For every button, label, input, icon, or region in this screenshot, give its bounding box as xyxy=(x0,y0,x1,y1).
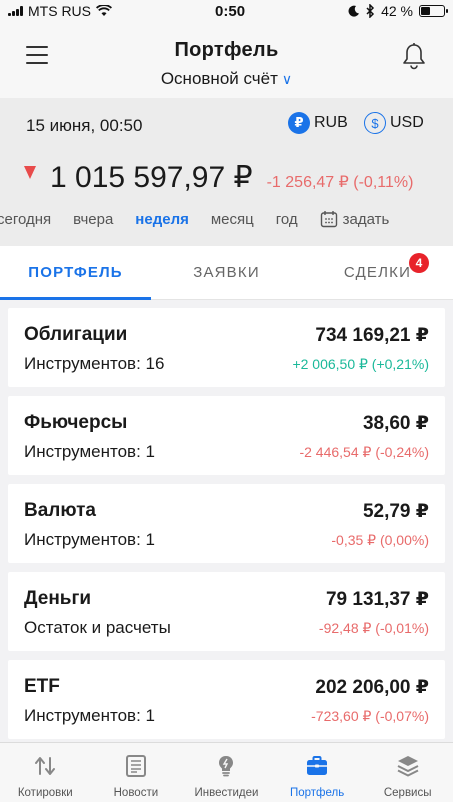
wifi-icon xyxy=(96,5,112,16)
nav-services-label: Сервисы xyxy=(383,787,432,799)
asset-subtitle: Инструментов: 1 xyxy=(24,442,155,461)
asset-name: ETF xyxy=(24,676,60,697)
nav-ideas-label: Инвестидеи xyxy=(194,787,259,799)
tab-deals[interactable]: СДЕЛКИ 4 xyxy=(302,246,453,299)
currency-usd-label: USD xyxy=(390,114,424,131)
asset-subtitle: Инструментов: 1 xyxy=(24,706,155,725)
asset-card-etf[interactable]: ETF Инструментов: 1 202 206,00 ₽ -723,60… xyxy=(8,660,445,739)
asset-change: -723,60 ₽ (-0,07%) xyxy=(311,708,429,724)
asset-value: 734 169,21 ₽ xyxy=(315,325,429,346)
account-label: Основной счёт xyxy=(160,69,278,88)
portfolio-total: 1 015 597,97 ₽ xyxy=(50,161,253,194)
asset-name: Деньги xyxy=(24,588,92,609)
nav-quotes-label: Котировки xyxy=(17,787,73,799)
asset-change: -2 446,54 ₽ (-0,24%) xyxy=(299,444,429,460)
currency-rub-label: RUB xyxy=(314,114,348,131)
tab-orders-label: ЗАЯВКИ xyxy=(193,264,260,281)
asset-value: 38,60 ₽ xyxy=(362,413,429,434)
status-right: 42 % xyxy=(348,3,448,19)
period-custom[interactable]: задать xyxy=(320,210,390,228)
layers-icon xyxy=(397,756,419,777)
news-icon xyxy=(125,755,146,777)
asset-subtitle: Инструментов: 16 xyxy=(24,354,165,373)
nav-news-label: Новости xyxy=(113,787,159,799)
period-yesterday[interactable]: вчера xyxy=(73,211,113,228)
asset-name: Фьючерсы xyxy=(24,412,128,433)
tab-orders[interactable]: ЗАЯВКИ xyxy=(151,246,302,299)
portfolio-change: -1 256,47 ₽ (-0,11%) xyxy=(266,174,414,191)
portfolio-summary: 15 июня, 00:50 ₽ RUB $ USD 1 015 597,97 … xyxy=(0,98,453,246)
briefcase-icon xyxy=(307,756,328,775)
period-today[interactable]: сегодня xyxy=(0,211,51,228)
tab-deals-label: СДЕЛКИ xyxy=(343,264,412,281)
down-triangle-icon xyxy=(24,166,36,179)
nav-news[interactable]: Новости xyxy=(91,743,182,802)
nav-quotes[interactable]: Котировки xyxy=(0,743,91,802)
asset-value: 52,79 ₽ xyxy=(362,501,429,522)
asset-card-cash[interactable]: Деньги Остаток и расчеты 79 131,37 ₽ -92… xyxy=(8,572,445,651)
asset-change: -92,48 ₽ (-0,01%) xyxy=(318,620,429,636)
period-selector: сегодня вчера неделя месяц год задать xyxy=(0,210,453,228)
asset-class-list: Облигации Инструментов: 16 734 169,21 ₽ … xyxy=(0,300,453,739)
ruble-icon: ₽ xyxy=(288,112,310,134)
currency-rub-toggle[interactable]: ₽ RUB xyxy=(288,112,348,134)
asset-card-futures[interactable]: Фьючерсы Инструментов: 1 38,60 ₽ -2 446,… xyxy=(8,396,445,475)
nav-ideas[interactable]: Инвестидеи xyxy=(181,743,272,802)
battery-icon xyxy=(418,5,448,17)
carrier-label: MTS RUS xyxy=(28,3,91,19)
dollar-icon: $ xyxy=(364,112,386,134)
status-left: MTS RUS xyxy=(8,3,112,19)
tab-portfolio-label: ПОРТФЕЛЬ xyxy=(28,264,123,281)
bottom-nav: Котировки Новости Инвестидеи Портфель Се… xyxy=(0,742,453,802)
period-week[interactable]: неделя xyxy=(135,211,189,228)
deals-count-badge: 4 xyxy=(409,253,429,273)
asset-name: Валюта xyxy=(24,500,96,521)
chevron-down-icon: ∨ xyxy=(281,71,293,87)
nav-services[interactable]: Сервисы xyxy=(362,743,453,802)
bell-icon[interactable] xyxy=(401,42,427,70)
asset-value: 202 206,00 ₽ xyxy=(315,677,429,698)
bluetooth-icon xyxy=(366,4,375,18)
nav-portfolio[interactable]: Портфель xyxy=(272,743,363,802)
currency-usd-toggle[interactable]: $ USD xyxy=(364,112,424,134)
tab-portfolio[interactable]: ПОРТФЕЛЬ xyxy=(0,246,151,300)
asset-subtitle: Инструментов: 1 xyxy=(24,530,155,549)
nav-portfolio-label: Портфель xyxy=(289,787,345,799)
battery-percent: 42 % xyxy=(381,3,413,19)
summary-date: 15 июня, 00:50 xyxy=(26,116,143,135)
battery-level xyxy=(420,7,431,15)
status-bar: MTS RUS 0:50 42 % xyxy=(0,0,453,22)
lightbulb-icon xyxy=(219,756,234,777)
asset-name: Облигации xyxy=(24,324,128,345)
portfolio-tabs: ПОРТФЕЛЬ ЗАЯВКИ СДЕЛКИ 4 xyxy=(0,246,453,300)
asset-change: +2 006,50 ₽ (+0,21%) xyxy=(292,356,429,372)
asset-value: 79 131,37 ₽ xyxy=(325,589,429,610)
calendar-icon xyxy=(320,211,337,228)
period-month[interactable]: месяц xyxy=(211,211,254,228)
period-year[interactable]: год xyxy=(276,211,298,228)
total-row: 1 015 597,97 ₽ -1 256,47 ₽ (-0,11%) xyxy=(24,160,413,195)
period-custom-label: задать xyxy=(342,210,390,228)
app-header: Портфель Основной счёт ∨ xyxy=(0,22,453,98)
page-title: Портфель xyxy=(174,39,279,61)
account-selector[interactable]: Основной счёт ∨ xyxy=(0,69,453,89)
asset-card-currency[interactable]: Валюта Инструментов: 1 52,79 ₽ -0,35 ₽ (… xyxy=(8,484,445,563)
asset-card-bonds[interactable]: Облигации Инструментов: 16 734 169,21 ₽ … xyxy=(8,308,445,387)
quotes-icon xyxy=(35,757,56,775)
asset-subtitle: Остаток и расчеты xyxy=(24,618,171,637)
clock: 0:50 xyxy=(215,2,246,20)
moon-icon xyxy=(348,5,360,17)
signal-icon xyxy=(8,6,23,16)
asset-change: -0,35 ₽ (0,00%) xyxy=(331,532,429,548)
